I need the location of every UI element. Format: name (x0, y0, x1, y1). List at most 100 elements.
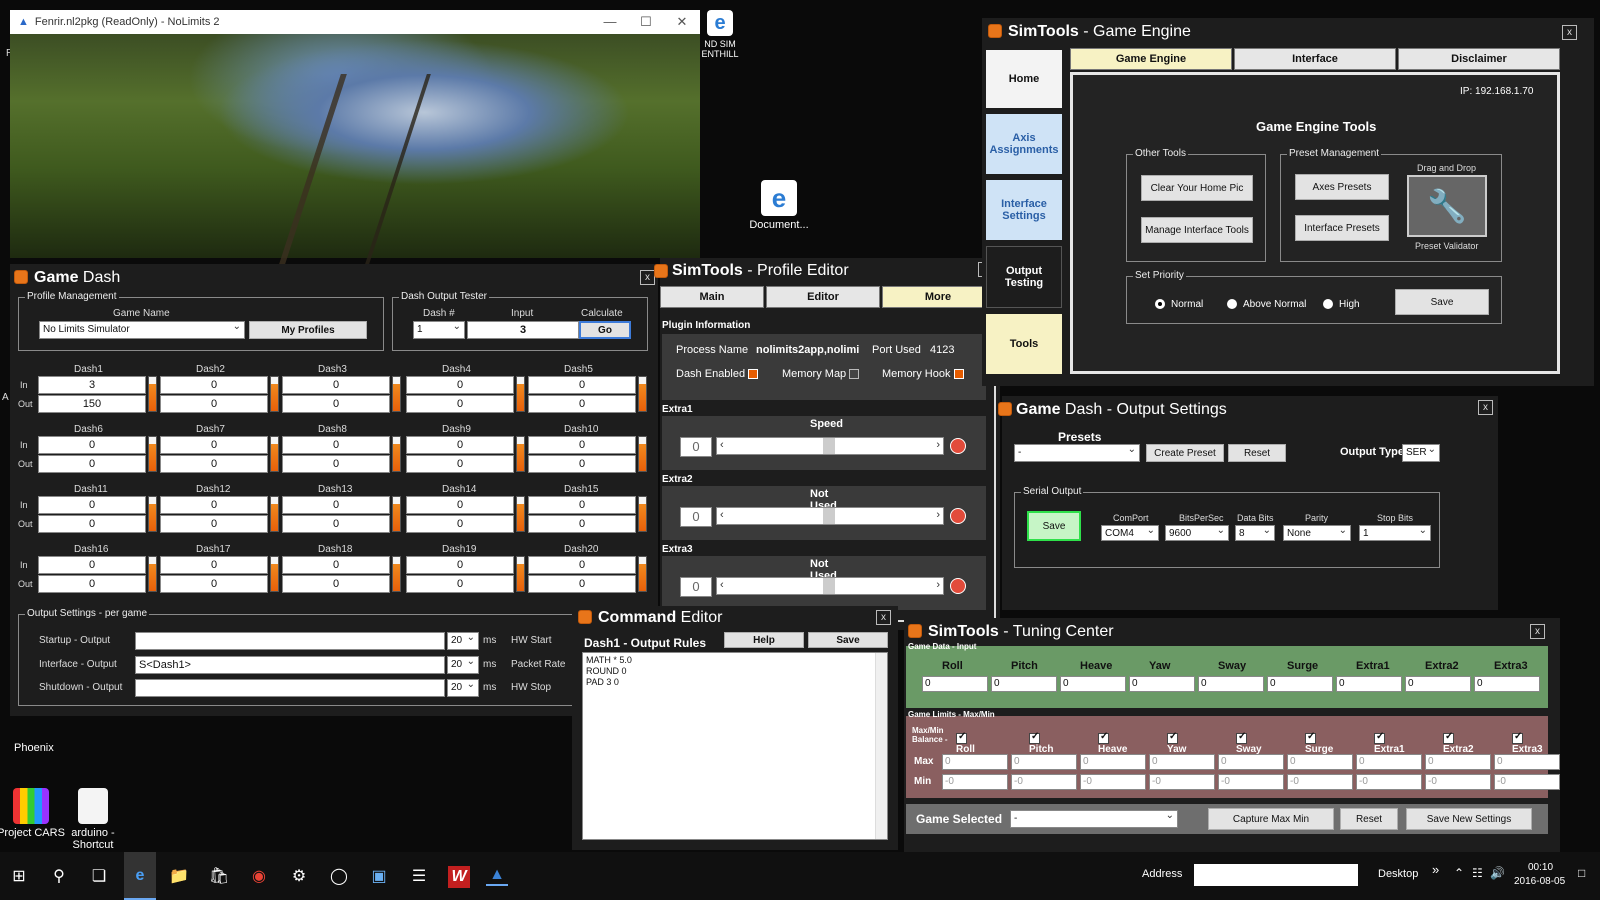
sidebar-item-interface-settings[interactable]: Interface Settings (986, 180, 1062, 240)
axis-min-field[interactable]: -0 (1287, 774, 1353, 790)
tab-interface[interactable]: Interface (1234, 48, 1396, 70)
axis-balance-checkbox[interactable]: Heave (1098, 731, 1127, 755)
slider-left-arrow-icon[interactable]: ‹ (720, 439, 724, 451)
reset-button[interactable]: Reset (1228, 444, 1286, 462)
axis-balance-checkbox[interactable]: Yaw (1167, 731, 1186, 755)
rules-textarea[interactable]: MATH * 5.0 ROUND 0 PAD 3 0 (582, 652, 888, 840)
store-icon[interactable]: 🛍 (208, 866, 230, 888)
shutdown-rate-select[interactable]: 20 (447, 677, 479, 697)
axis-input-field[interactable]: 0 (922, 676, 988, 692)
axis-balance-checkbox[interactable]: Pitch (1029, 731, 1053, 755)
save-new-settings-button[interactable]: Save New Settings (1406, 808, 1532, 830)
window-app-icon[interactable]: ▣ (368, 866, 390, 888)
parity-select[interactable]: None (1283, 523, 1351, 541)
dash-enabled-checkbox[interactable] (748, 369, 759, 380)
search-icon[interactable]: ⚲ (48, 866, 70, 888)
extra-reset-icon[interactable] (950, 508, 966, 524)
axis-input-field[interactable]: 0 (1129, 676, 1195, 692)
axis-input-field[interactable]: 0 (1267, 676, 1333, 692)
sidebar-item-tools[interactable]: Tools (986, 314, 1062, 374)
memory-map-checkbox[interactable] (849, 369, 860, 380)
nolimits-taskbar-icon[interactable]: ▲ (486, 864, 508, 886)
help-button[interactable]: Help (724, 632, 804, 648)
comport-select[interactable]: COM4 (1101, 523, 1159, 541)
overflow-chevron-icon[interactable]: » (1432, 862, 1439, 877)
create-preset-button[interactable]: Create Preset (1146, 444, 1224, 462)
address-input[interactable] (1194, 864, 1358, 886)
dash-input-field[interactable]: 3 (467, 321, 579, 339)
output-type-select[interactable]: SER (1402, 442, 1440, 462)
slider-left-arrow-icon[interactable]: ‹ (720, 579, 724, 591)
desktop-toolbar-label[interactable]: Desktop (1378, 868, 1418, 880)
extra-slider[interactable]: ‹ › (716, 437, 944, 455)
extra-value-field[interactable]: 0 (680, 577, 712, 597)
chrome-icon[interactable]: ◉ (248, 866, 270, 888)
w-app-icon[interactable]: W (448, 866, 470, 888)
extra-slider[interactable]: ‹ › (716, 577, 944, 595)
slider-right-arrow-icon[interactable]: › (936, 579, 940, 591)
axis-input-field[interactable]: 0 (991, 676, 1057, 692)
wifi-icon[interactable]: ☷ (1472, 866, 1483, 880)
steam-icon[interactable]: ⚙ (288, 866, 310, 888)
close-button[interactable]: ✕ (664, 14, 700, 30)
desktop-icon-project-cars[interactable]: Project CARS (0, 788, 66, 839)
interface-presets-button[interactable]: Interface Presets (1295, 215, 1389, 241)
axis-balance-checkbox[interactable]: Roll (956, 731, 975, 755)
sidebar-item-axis-assignments[interactable]: Axis Assignments (986, 114, 1062, 174)
scrollbar[interactable] (875, 653, 887, 839)
extra-value-field[interactable]: 0 (680, 437, 712, 457)
clock-date[interactable]: 2016-08-05 (1514, 876, 1565, 887)
axis-balance-checkbox[interactable]: Extra1 (1374, 731, 1405, 755)
axis-min-field[interactable]: -0 (1494, 774, 1560, 790)
axis-input-field[interactable]: 0 (1198, 676, 1264, 692)
dash-number-select[interactable]: 1 (413, 319, 465, 339)
axis-max-field[interactable]: 0 (1425, 754, 1491, 770)
priority-above-normal[interactable]: Above Normal (1227, 299, 1306, 310)
tab-editor[interactable]: Editor (766, 286, 880, 308)
axis-input-field[interactable]: 0 (1405, 676, 1471, 692)
startup-output-field[interactable] (135, 632, 445, 650)
axis-max-field[interactable]: 0 (942, 754, 1008, 770)
serial-save-button[interactable]: Save (1027, 511, 1081, 541)
slider-thumb[interactable] (823, 508, 835, 524)
tab-game-engine[interactable]: Game Engine (1070, 48, 1232, 70)
axis-max-field[interactable]: 0 (1149, 754, 1215, 770)
game-name-select[interactable]: No Limits Simulator (39, 319, 245, 339)
extra-value-field[interactable]: 0 (680, 507, 712, 527)
priority-save-button[interactable]: Save (1395, 289, 1489, 315)
preset-drop-zone[interactable]: 🔧 (1407, 175, 1487, 237)
axis-min-field[interactable]: -0 (1218, 774, 1284, 790)
close-button[interactable]: x (1478, 400, 1493, 415)
desktop-icon-edge-shortcut[interactable]: e ND SIM ENTHILL (700, 10, 740, 59)
slider-thumb[interactable] (823, 578, 835, 594)
sidebar-item-home[interactable]: Home (986, 50, 1062, 108)
game-selected-select[interactable]: - (1010, 808, 1178, 828)
axis-balance-checkbox[interactable]: Surge (1305, 731, 1333, 755)
my-profiles-button[interactable]: My Profiles (249, 321, 367, 339)
file-explorer-icon[interactable]: 📁 (168, 866, 190, 888)
tray-up-icon[interactable]: ⌃ (1454, 866, 1464, 880)
axis-balance-checkbox[interactable]: Extra3 (1512, 731, 1543, 755)
windows-start-icon[interactable]: ⊞ (8, 866, 30, 888)
task-view-icon[interactable]: ❏ (88, 866, 110, 888)
interface-output-field[interactable]: S<Dash1> (135, 656, 445, 674)
stop-bits-select[interactable]: 1 (1359, 523, 1431, 541)
axis-balance-checkbox[interactable]: Sway (1236, 731, 1262, 755)
axis-max-field[interactable]: 0 (1356, 754, 1422, 770)
manage-interface-tools-button[interactable]: Manage Interface Tools (1141, 217, 1253, 243)
desktop-icon-phoenix-label[interactable]: Phoenix (14, 742, 54, 754)
go-button[interactable]: Go (579, 321, 631, 339)
slider-right-arrow-icon[interactable]: › (936, 509, 940, 521)
axis-max-field[interactable]: 0 (1287, 754, 1353, 770)
extra-reset-icon[interactable] (950, 578, 966, 594)
maximize-button[interactable]: ☐ (628, 14, 664, 30)
extra-slider[interactable]: ‹ › (716, 507, 944, 525)
priority-normal[interactable]: Normal (1155, 299, 1203, 310)
app-icon[interactable]: ◯ (328, 866, 350, 888)
desktop-icon-arduino[interactable]: arduino - Shortcut (58, 788, 128, 851)
interface-rate-select[interactable]: 20 (447, 654, 479, 674)
close-button[interactable]: x (1530, 624, 1545, 639)
axis-min-field[interactable]: -0 (1356, 774, 1422, 790)
desktop-icon-document[interactable]: e Document... (744, 180, 814, 231)
axis-max-field[interactable]: 0 (1080, 754, 1146, 770)
